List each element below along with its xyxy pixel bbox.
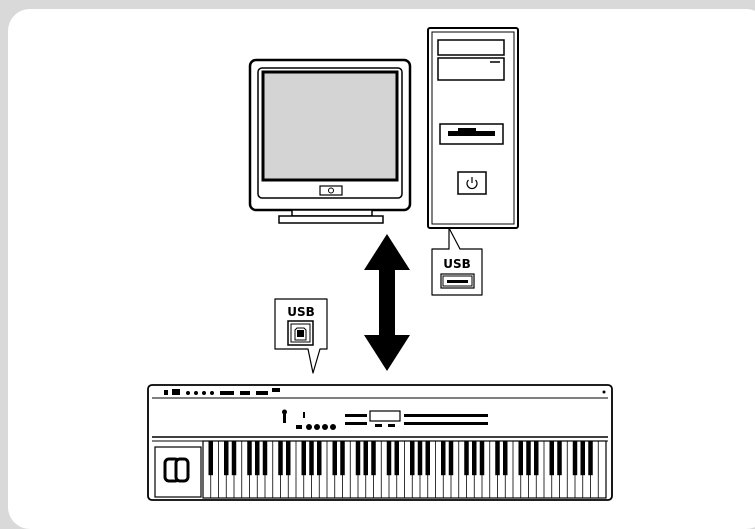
- black-key: [464, 441, 469, 476]
- black-key: [355, 441, 361, 476]
- usb-connection-diagram: USB USB: [147, 27, 613, 501]
- piano-keybed: [202, 440, 607, 499]
- black-key: [417, 441, 423, 476]
- instrument-usb-callout: USB: [274, 298, 328, 374]
- black-key: [425, 441, 430, 476]
- black-key: [518, 441, 523, 476]
- black-key: [580, 441, 585, 476]
- black-key: [472, 441, 477, 476]
- black-key: [255, 441, 260, 476]
- black-key: [286, 441, 291, 476]
- digital-piano-icon: [147, 384, 613, 501]
- black-key: [588, 441, 593, 476]
- black-key: [526, 441, 531, 476]
- monitor-icon: [248, 58, 412, 224]
- black-key: [340, 441, 345, 476]
- black-key: [394, 441, 399, 476]
- black-key: [262, 441, 268, 476]
- black-key: [208, 441, 213, 476]
- black-key: [386, 441, 392, 476]
- instrument-usb-label: USB: [287, 305, 315, 319]
- black-key: [503, 441, 508, 476]
- computer-usb-label: USB: [443, 257, 471, 271]
- black-key: [224, 441, 229, 476]
- black-key: [371, 441, 376, 476]
- black-key: [534, 441, 539, 476]
- black-key: [549, 441, 554, 476]
- black-key: [572, 441, 578, 476]
- black-key: [309, 441, 314, 476]
- double-arrow-icon: [364, 234, 410, 371]
- black-key: [317, 441, 322, 476]
- computer-usb-callout: USB: [431, 227, 483, 296]
- usb-type-a-icon: [440, 273, 475, 289]
- black-key: [410, 441, 415, 476]
- black-key: [448, 441, 454, 476]
- computer-tower-icon: [427, 27, 519, 229]
- usb-type-b-icon: [287, 320, 314, 346]
- black-key: [247, 441, 252, 476]
- black-key: [557, 441, 562, 476]
- black-key: [231, 441, 237, 476]
- black-key: [332, 441, 337, 476]
- black-key: [301, 441, 306, 476]
- black-key: [363, 441, 368, 476]
- black-key: [441, 441, 446, 476]
- black-key: [495, 441, 500, 476]
- black-key: [479, 441, 485, 476]
- black-key: [278, 441, 283, 476]
